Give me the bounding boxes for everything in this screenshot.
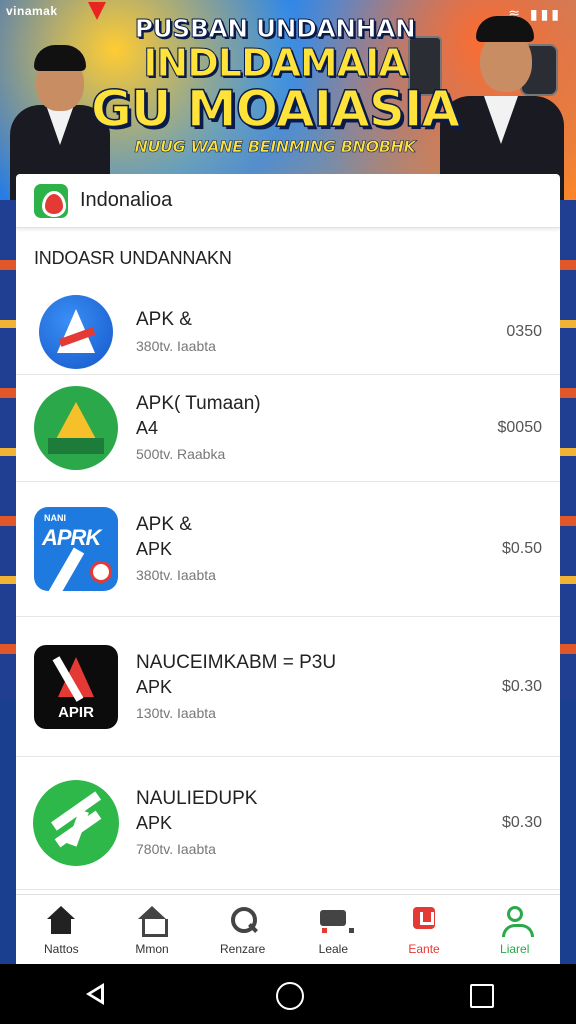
app-meta: 380tv. Iaabta <box>136 338 216 354</box>
card-header: Indonalioa <box>16 174 560 228</box>
home-outline-icon <box>135 904 169 938</box>
banner-line-1: PUSBAN UNDANHAN <box>134 14 416 44</box>
app-price: 0350 <box>506 323 542 340</box>
apk-black-square-icon: APIR <box>34 644 118 729</box>
app-subtitle: APK <box>136 539 173 559</box>
apk-blue-circle-icon <box>39 295 113 369</box>
banner-line-3: GU MOAIASIA <box>90 80 461 138</box>
section-title: INDOASR UNDANNAKN <box>34 248 232 268</box>
app-price: $0050 <box>497 419 543 436</box>
tab-search[interactable]: Renzare <box>197 895 288 964</box>
list-item[interactable]: NANI APRK APK & APK 380tv. Iaabta $0.50 <box>16 482 560 617</box>
bag-icon <box>407 904 441 938</box>
bottom-tab-bar: Nattos Mmon Renzare Leale Eante Liarel <box>16 894 560 964</box>
app-name: APK( Tumaan) <box>136 393 261 414</box>
app-price: $0.30 <box>501 677 542 695</box>
app-meta: 500tv. Raabka <box>136 446 226 462</box>
tab-bag[interactable]: Eante <box>379 895 470 964</box>
back-icon[interactable] <box>76 974 116 1014</box>
app-name: APK & <box>136 514 192 535</box>
tab-label: Eante <box>408 941 440 956</box>
search-icon <box>226 904 260 938</box>
apk-blue-square-icon: NANI APRK <box>34 507 118 591</box>
app-name: APK & <box>136 309 192 330</box>
tab-label: Renzare <box>220 941 266 956</box>
home-circle-icon[interactable] <box>268 974 308 1014</box>
app-price: $0.30 <box>501 814 542 831</box>
app-list: APK & 380tv. Iaabta 0350 APK( Tumaan) A4… <box>16 290 560 890</box>
side-decoration-right <box>558 200 576 700</box>
tab-mmon[interactable]: Mmon <box>107 895 198 964</box>
tab-home[interactable]: Nattos <box>16 895 107 964</box>
app-store-card: Indonalioa INDOASR UNDANNAKN APK & 380tv… <box>16 174 560 962</box>
app-price: $0.50 <box>501 540 542 557</box>
list-item[interactable]: APK & 380tv. Iaabta 0350 <box>16 290 560 375</box>
app-subtitle: APK <box>136 676 173 697</box>
tab-label: Liarel <box>500 941 530 956</box>
apk-green-triangle-icon <box>34 386 118 470</box>
user-icon <box>498 904 534 938</box>
promo-banner[interactable]: vinamak ≋ ▮▮▮ PUSBAN UNDANHAN INDLDAMAIA… <box>0 0 576 200</box>
card-title: Indonalioa <box>80 189 173 211</box>
tab-label: Nattos <box>43 941 79 956</box>
recents-icon[interactable] <box>460 974 500 1014</box>
banner-headline: PUSBAN UNDANHAN INDLDAMAIA GU MOAIASIA N… <box>90 14 461 157</box>
list-item[interactable]: APK( Tumaan) A4 500tv. Raabka $0050 <box>16 375 560 482</box>
tab-label: Mmon <box>135 941 169 956</box>
cart-icon <box>316 904 355 938</box>
banner-brand: vinamak <box>6 4 58 18</box>
app-meta: 130tv. Iaabta <box>136 704 216 721</box>
app-meta: 780tv. Iaabta <box>136 841 216 857</box>
tab-label: Leale <box>318 941 349 956</box>
tab-cart[interactable]: Leale <box>288 895 379 964</box>
system-nav-bar <box>0 964 576 1024</box>
store-logo-icon <box>34 183 68 218</box>
tab-profile[interactable]: Liarel <box>469 895 560 964</box>
list-item[interactable]: NAULIEDUPK APK 780tv. Iaabta $0.30 <box>16 757 560 890</box>
banner-line-2: INDLDAMAIA <box>143 41 408 85</box>
app-name: NAULIEDUPK <box>136 788 258 809</box>
home-filled-icon <box>44 904 78 938</box>
app-meta: 380tv. Iaabta <box>136 567 216 583</box>
app-subtitle: APK <box>136 813 173 833</box>
app-name: NAUCEIMKABM = P3U <box>136 651 337 673</box>
banner-line-4: NUUG WANE BEINMING BNOBHK <box>134 137 416 157</box>
apk-green-circle-icon <box>33 780 119 866</box>
app-subtitle: A4 <box>136 418 159 438</box>
list-item[interactable]: APIR NAUCEIMKABM = P3U APK 130tv. Iaabta… <box>16 617 560 757</box>
